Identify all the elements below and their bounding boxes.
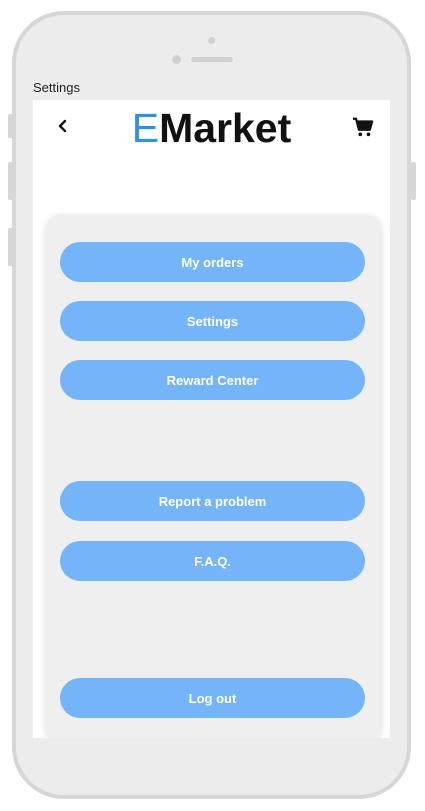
cart-button[interactable] — [352, 116, 376, 140]
speaker-icon — [191, 57, 233, 62]
settings-button[interactable]: Settings — [60, 301, 365, 341]
logo-text: Market — [159, 105, 292, 151]
report-problem-button[interactable]: Report a problem — [60, 481, 365, 521]
phone-power-button — [411, 162, 416, 200]
logo-accent-letter: E — [131, 105, 160, 151]
sensor-icon — [172, 55, 181, 64]
screen-title: Settings — [33, 80, 80, 95]
menu-card: My orders Settings Reward Center Report … — [45, 215, 382, 738]
my-orders-button[interactable]: My orders — [60, 242, 365, 282]
log-out-button[interactable]: Log out — [60, 678, 365, 718]
shopping-cart-icon — [352, 117, 374, 137]
camera-icon — [208, 37, 215, 44]
app-screen: EMarket My orders Settings Reward Center… — [33, 100, 390, 738]
reward-center-button[interactable]: Reward Center — [60, 360, 365, 400]
app-logo: EMarket — [33, 105, 390, 152]
faq-button[interactable]: F.A.Q. — [60, 541, 365, 581]
